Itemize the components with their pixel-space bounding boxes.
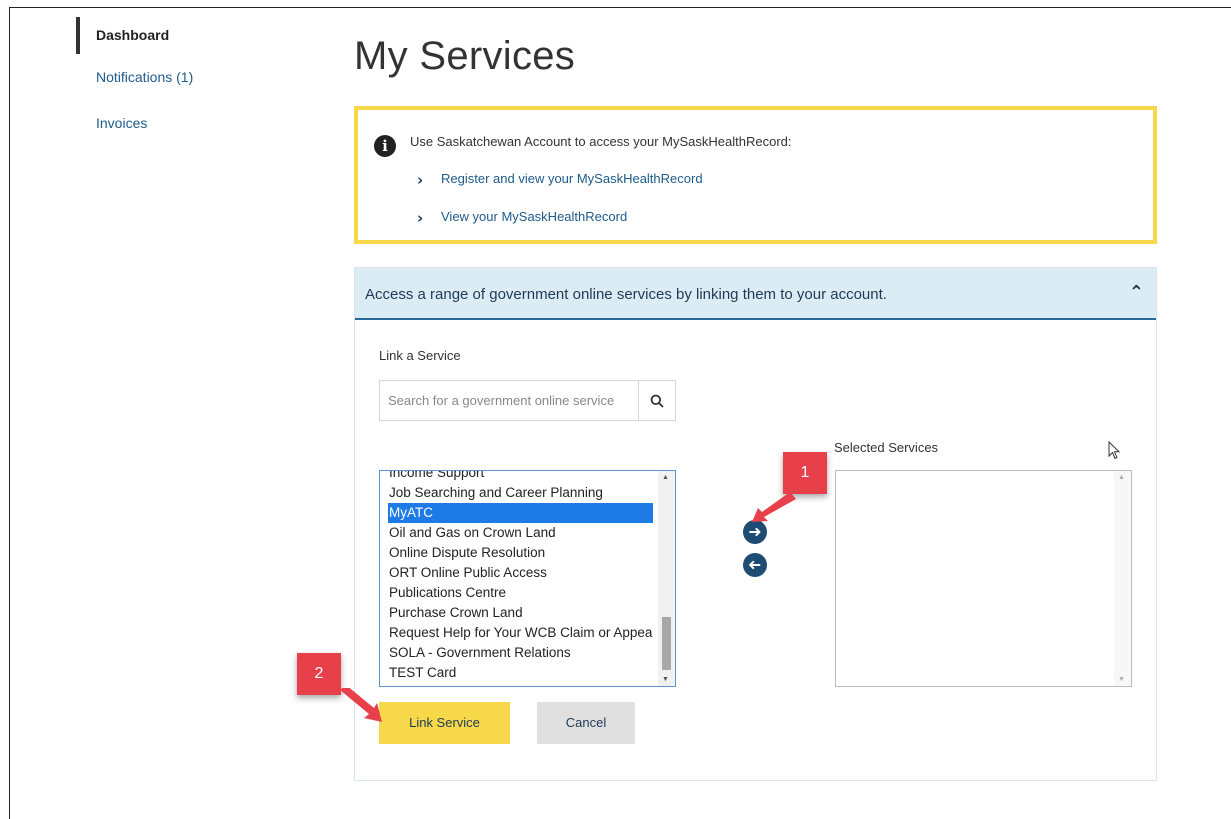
info-text: Use Saskatchewan Account to access your …	[410, 134, 792, 149]
available-services-list[interactable]: Income Support Job Searching and Career …	[379, 470, 676, 687]
list-item[interactable]: ORT Online Public Access	[388, 563, 653, 583]
mouse-cursor-icon	[1108, 441, 1121, 460]
chevron-up-icon[interactable]: ⌃	[1129, 282, 1144, 303]
annotation-marker-2: 2	[297, 653, 341, 695]
service-search	[379, 380, 676, 421]
annotation-marker-1: 1	[783, 452, 827, 494]
panel-header[interactable]: Access a range of government online serv…	[355, 268, 1156, 320]
selected-list-scrollbar[interactable]: ▲ ▼	[1114, 471, 1131, 686]
list-item[interactable]: Income Support	[388, 471, 653, 483]
cancel-button[interactable]: Cancel	[537, 702, 635, 744]
scroll-up-icon[interactable]: ▲	[1118, 474, 1125, 481]
scroll-down-icon[interactable]: ▼	[662, 676, 669, 683]
list-item-selected[interactable]: MyATC	[388, 503, 653, 523]
list-item[interactable]: SOLA - Government Relations	[388, 643, 653, 663]
link-service-button[interactable]: Link Service	[379, 702, 510, 744]
list-item[interactable]: Request Help for Your WCB Claim or Appea…	[388, 623, 653, 643]
selected-services-label: Selected Services	[834, 440, 939, 455]
search-input[interactable]	[380, 381, 640, 420]
list-item[interactable]: Job Searching and Career Planning	[388, 483, 653, 503]
selected-services-list[interactable]: ▲ ▼	[835, 470, 1132, 687]
sidebar-active-indicator	[76, 17, 80, 54]
sidebar-item-dashboard[interactable]: Dashboard	[96, 27, 169, 43]
list-scrollbar[interactable]: ▲ ▼	[658, 471, 675, 686]
scroll-down-icon[interactable]: ▼	[1118, 676, 1125, 683]
info-icon: i	[374, 135, 396, 157]
scrollbar-thumb[interactable]	[662, 617, 671, 670]
scroll-up-icon[interactable]: ▲	[662, 474, 669, 481]
view-health-record-link[interactable]: View your MySaskHealthRecord	[441, 209, 627, 224]
remove-service-arrow-icon[interactable]: ➜	[743, 553, 767, 577]
list-item[interactable]: Publications Centre	[388, 583, 653, 603]
register-health-record-link[interactable]: Register and view your MySaskHealthRecor…	[441, 171, 703, 186]
list-item[interactable]: Oil and Gas on Crown Land	[388, 523, 653, 543]
page-title: My Services	[354, 34, 576, 78]
chevron-right-icon: ›	[417, 209, 424, 227]
sidebar-item-invoices[interactable]: Invoices	[96, 115, 147, 131]
sidebar-item-notifications[interactable]: Notifications (1)	[96, 69, 193, 85]
search-icon	[650, 394, 664, 408]
list-item[interactable]: TEST Card	[388, 663, 653, 683]
annotation-arrow-1	[752, 492, 796, 522]
info-alert-box: i Use Saskatchewan Account to access you…	[354, 106, 1157, 244]
link-service-label: Link a Service	[379, 348, 461, 363]
list-item[interactable]: Purchase Crown Land	[388, 603, 653, 623]
search-button[interactable]	[638, 381, 675, 420]
chevron-right-icon: ›	[417, 171, 424, 189]
list-item[interactable]: Online Dispute Resolution	[388, 543, 653, 563]
annotation-arrow-2	[340, 688, 382, 722]
panel-header-text: Access a range of government online serv…	[365, 286, 887, 303]
